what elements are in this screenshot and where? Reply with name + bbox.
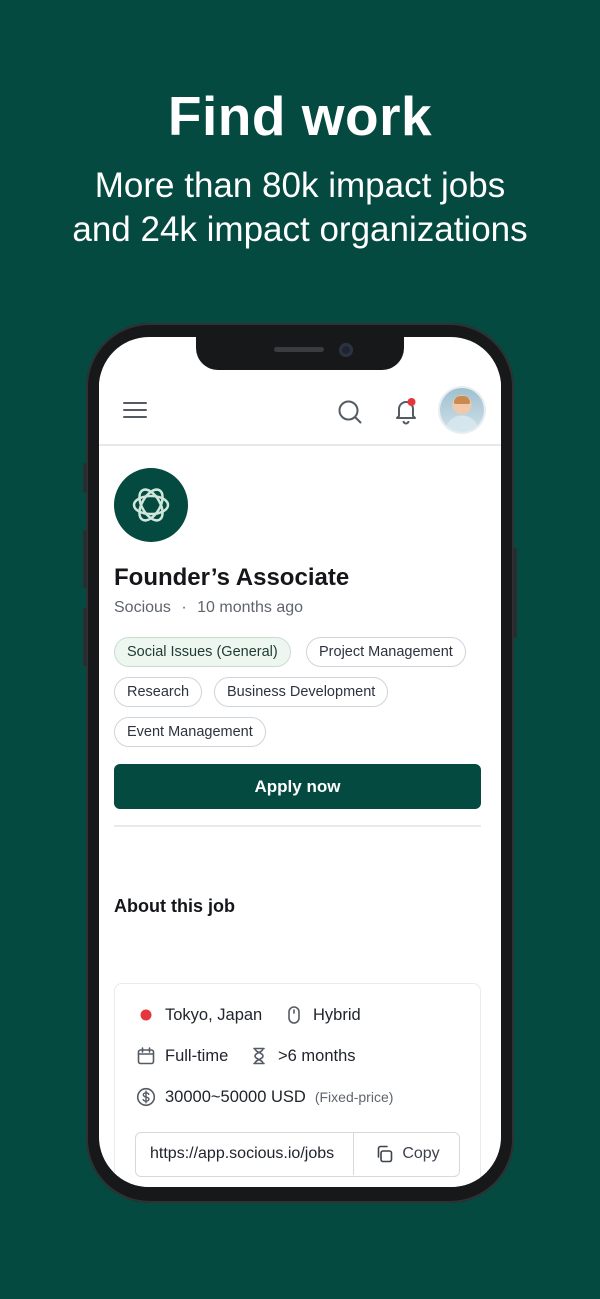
work-mode-row: Hybrid (284, 1005, 361, 1025)
dollar-coin-icon (136, 1087, 156, 1107)
about-heading: About this job (114, 896, 235, 916)
hero-subtitle-line-1: More than 80k impact jobs (94, 166, 506, 205)
search-icon[interactable] (336, 398, 364, 426)
organization-name[interactable]: Socious (114, 599, 171, 616)
tag-chip[interactable]: Research (114, 677, 203, 707)
duration-text: >6 months (278, 1046, 356, 1065)
duration-row: >6 months (249, 1046, 356, 1066)
organization-logo[interactable] (114, 468, 188, 542)
tag-chip[interactable]: Event Management (114, 717, 266, 747)
copy-link-button[interactable]: Copy (353, 1133, 459, 1175)
section-divider (114, 825, 481, 827)
phone-mute-switch (83, 463, 87, 493)
mouse-icon (284, 1005, 304, 1025)
hero-subtitle-line-2: and 24k impact organizations (72, 210, 528, 249)
tag-chip[interactable]: Social Issues (General) (114, 637, 291, 667)
phone-notch (196, 337, 404, 370)
share-url-field: https://app.socious.io/jobs Copy (135, 1132, 460, 1177)
tag-chip[interactable]: Project Management (306, 637, 466, 667)
phone-power-button (513, 548, 517, 638)
japan-flag-icon (136, 1005, 156, 1025)
job-meta: Socious · 10 months ago (114, 599, 303, 617)
phone-screen: Founder’s Associate Socious · 10 months … (99, 337, 501, 1187)
camera-icon (339, 343, 353, 357)
user-avatar[interactable] (440, 388, 484, 432)
hero-subtitle: More than 80k impact jobs and 24k impact… (0, 164, 600, 252)
employment-type-row: Full-time (136, 1046, 228, 1066)
bell-icon[interactable] (391, 396, 421, 426)
apply-now-button[interactable]: Apply now (114, 764, 481, 809)
calendar-icon (136, 1046, 156, 1066)
payment-amount: 30000~50000 USD (165, 1087, 306, 1106)
posted-time: 10 months ago (197, 599, 304, 616)
socious-logo-icon (132, 488, 170, 522)
hamburger-menu-icon[interactable] (121, 398, 149, 422)
location-row: Tokyo, Japan (136, 1005, 262, 1025)
tag-chip[interactable]: Business Development (214, 677, 389, 707)
work-mode-text: Hybrid (313, 1005, 361, 1024)
speaker-grille (274, 347, 324, 352)
hero-title: Find work (167, 85, 433, 147)
meta-separator: · (181, 599, 187, 616)
job-title: Founder’s Associate (114, 564, 350, 591)
location-text: Tokyo, Japan (165, 1005, 263, 1024)
share-url-text[interactable]: https://app.socious.io/jobs (150, 1133, 354, 1175)
payment-type: (Fixed-price) (314, 1089, 394, 1105)
copy-label: Copy (402, 1145, 440, 1162)
phone-volume-up (83, 530, 87, 588)
employment-type-text: Full-time (165, 1046, 229, 1065)
copy-icon (378, 1145, 393, 1163)
phone-volume-down (83, 608, 87, 666)
payment-row: 30000~50000 USD (Fixed-price) (136, 1087, 393, 1107)
hourglass-icon (249, 1046, 269, 1066)
